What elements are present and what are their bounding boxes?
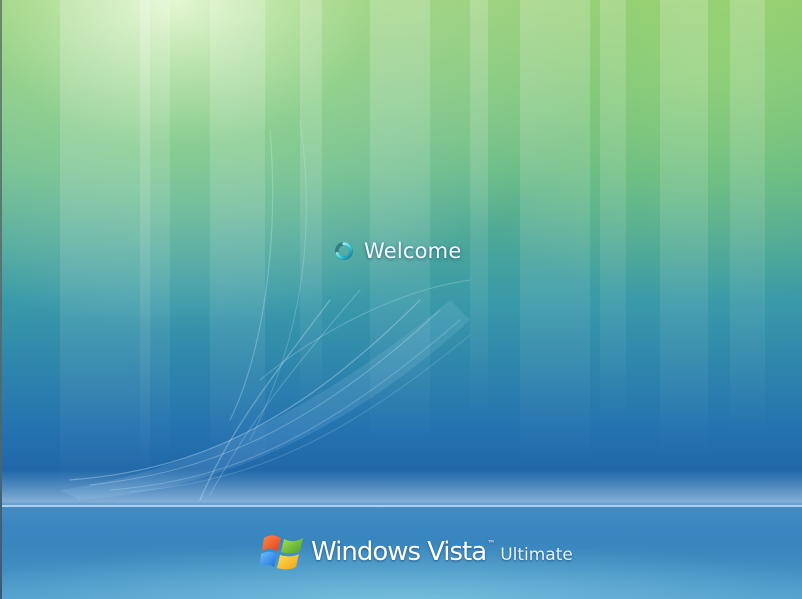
windows-flag-icon <box>260 535 303 570</box>
aurora-background <box>0 0 802 599</box>
product-name: Windows Vista ™ Ultimate <box>311 537 573 567</box>
brand-vista-text: Vista <box>427 537 487 567</box>
welcome-status: Welcome <box>334 236 461 266</box>
product-branding: Windows Vista ™ Ultimate <box>260 528 573 576</box>
busy-spinner-icon <box>335 242 353 260</box>
screen-edge <box>0 0 2 599</box>
welcome-text: Welcome <box>364 239 462 263</box>
welcome-screen: Welcome Windows Vista ™ Ultimate <box>0 0 802 599</box>
trademark-symbol: ™ <box>487 539 496 548</box>
edition-label: Ultimate <box>500 545 573 565</box>
brand-windows-text: Windows <box>311 537 421 567</box>
